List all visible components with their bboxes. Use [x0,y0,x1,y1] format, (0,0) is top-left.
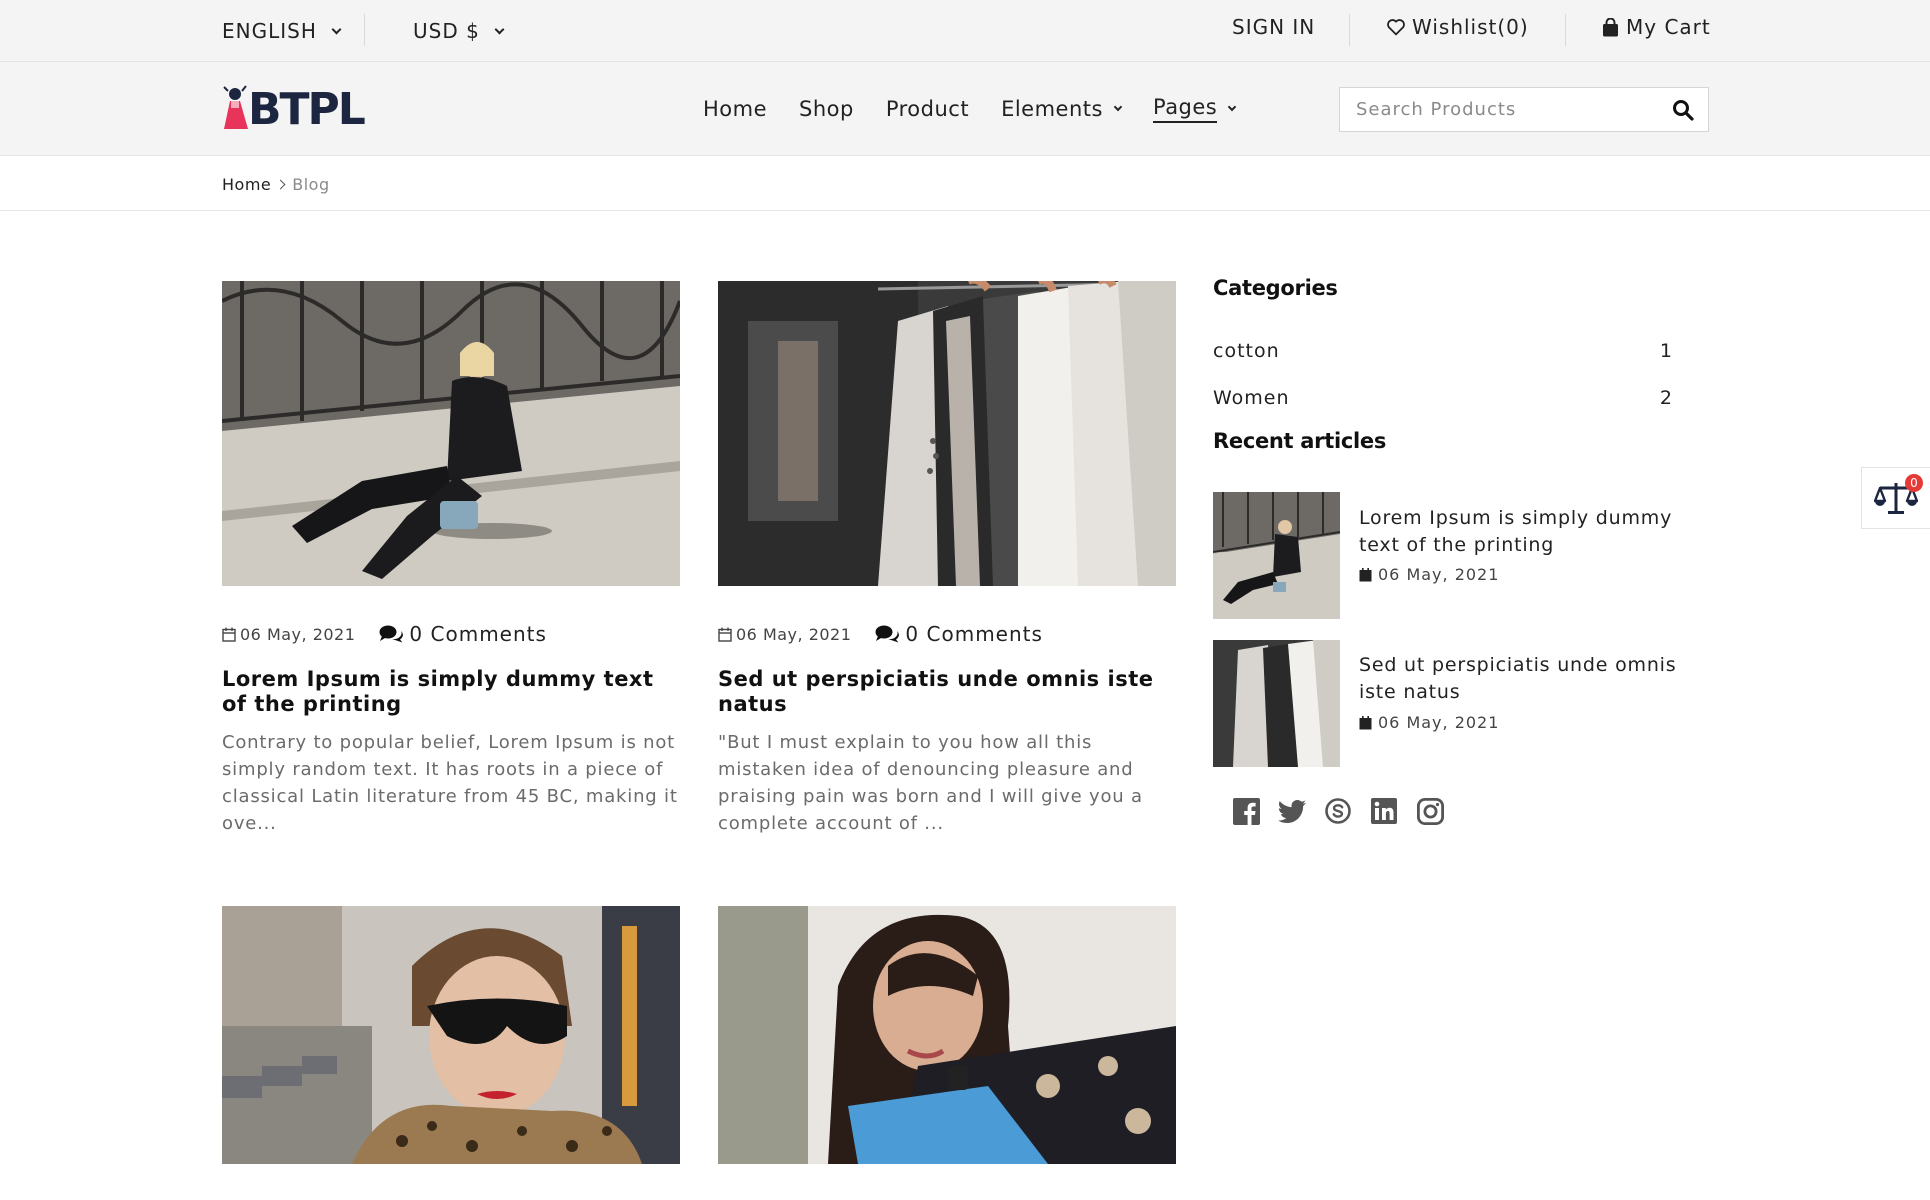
language-selector[interactable]: ENGLISH [222,0,342,62]
chevron-down-icon [1228,102,1237,112]
comments-icon [875,625,900,643]
nav-label: Shop [799,97,854,121]
recent-articles-heading: Recent articles [1213,429,1387,453]
chevron-down-icon [494,24,505,34]
thumb-photo [1213,492,1340,619]
chevron-right-icon [275,179,286,189]
recent-article-date: 06 May, 2021 [1359,713,1499,732]
twitter-icon[interactable] [1278,797,1306,825]
post-excerpt: Contrary to popular belief, Lorem Ipsum … [222,732,678,834]
search-icon[interactable] [1672,99,1694,121]
category-item[interactable]: Women 2 [1213,387,1673,409]
skype-icon[interactable] [1324,797,1352,825]
breadcrumb-home[interactable]: Home [222,175,271,194]
thumb-photo [1213,640,1340,767]
post-image[interactable] [718,906,1176,1164]
recent-article-title[interactable]: Sed ut perspiciatis unde omnis iste natu… [1359,652,1679,706]
post-meta: 06 May, 2021 0 Comments [718,622,1043,646]
recent-article-title[interactable]: Lorem Ipsum is simply dummy text of the … [1359,505,1679,559]
logo-text: BTPL [248,83,366,135]
post-meta: 06 May, 2021 0 Comments [222,622,547,646]
category-item[interactable]: cotton 1 [1213,340,1673,362]
language-label: ENGLISH [222,19,317,43]
post-title[interactable]: Lorem Ipsum is simply dummy text of the … [222,667,682,717]
category-count: 2 [1659,387,1673,409]
chevron-down-icon [1113,102,1123,112]
post-date: 06 May, 2021 [736,624,852,644]
comments-count: 0 Comments [409,622,547,646]
post-photo-woman-leaning [718,906,1176,1164]
main-header: BTPL Home Shop Product Elements Pages [0,62,1930,156]
main-nav: Home Shop Product Elements Pages [703,62,1267,156]
currency-label: USD $ [413,19,480,43]
sign-in-label: SIGN IN [1232,15,1316,39]
facebook-icon[interactable] [1232,797,1260,825]
post-image[interactable] [222,906,680,1164]
category-count: 1 [1659,340,1673,362]
divider [364,14,365,46]
linkedin-icon[interactable] [1370,797,1398,825]
post-date: 06 May, 2021 [240,624,356,644]
top-bar: ENGLISH USD $ SIGN IN Wishlist(0) My Car… [0,0,1930,62]
instagram-icon[interactable] [1416,797,1444,825]
comments-link[interactable]: 0 Comments [379,622,547,646]
post-title[interactable]: Sed ut perspiciatis unde omnis iste natu… [718,667,1178,717]
cart-link[interactable]: My Cart [1602,0,1711,58]
recent-article-thumb[interactable] [1213,640,1340,767]
calendar-icon [718,627,732,642]
category-name: cotton [1213,340,1280,362]
nav-product[interactable]: Product [886,97,969,121]
currency-selector[interactable]: USD $ [413,0,505,62]
search-box [1339,87,1709,132]
nav-label: Product [885,97,970,121]
heart-icon [1387,19,1405,36]
post-photo-woman-sunglasses [222,906,680,1164]
divider [0,210,1930,211]
date-text: 06 May, 2021 [1378,713,1500,732]
comments-count: 0 Comments [905,622,1043,646]
calendar-icon [1359,567,1372,581]
calendar-icon [1359,715,1372,729]
site-logo[interactable]: BTPL [222,83,366,135]
breadcrumb-current: Blog [292,174,330,194]
comments-link[interactable]: 0 Comments [875,622,1043,646]
nav-label: Pages [1152,95,1218,123]
recent-article-date: 06 May, 2021 [1359,565,1499,584]
categories-heading: Categories [1213,276,1338,300]
nav-shop[interactable]: Shop [799,97,854,121]
wishlist-link[interactable]: Wishlist(0) [1386,0,1529,58]
cart-label: My Cart [1626,15,1711,39]
post-photo-clothes-rack [718,281,1176,586]
calendar-icon [222,627,236,642]
post-photo-woman-sitting [222,281,680,586]
post-image[interactable] [222,281,680,586]
post-image[interactable] [718,281,1176,586]
wishlist-label: Wishlist(0) [1412,15,1529,39]
sign-in-link[interactable]: SIGN IN [1232,0,1315,58]
comments-icon [379,625,404,643]
chevron-down-icon [331,24,342,34]
nav-elements[interactable]: Elements [1001,97,1123,121]
nav-home[interactable]: Home [703,97,767,121]
divider [1349,14,1350,46]
compare-button[interactable]: 0 [1861,467,1930,529]
shopping-bag-icon [1603,17,1618,36]
nav-label: Home [703,97,768,121]
date-text: 06 May, 2021 [1378,565,1500,584]
divider [1565,14,1566,46]
compare-count-badge: 0 [1905,474,1923,492]
social-links [1232,797,1462,825]
search-input[interactable] [1356,88,1656,131]
category-name: Women [1213,387,1290,409]
nav-pages[interactable]: Pages [1152,95,1237,123]
breadcrumb: Home Blog [222,172,330,196]
recent-article-thumb[interactable] [1213,492,1340,619]
nav-label: Elements [1001,97,1103,121]
post-excerpt: "But I must explain to you how all this … [718,732,1143,834]
